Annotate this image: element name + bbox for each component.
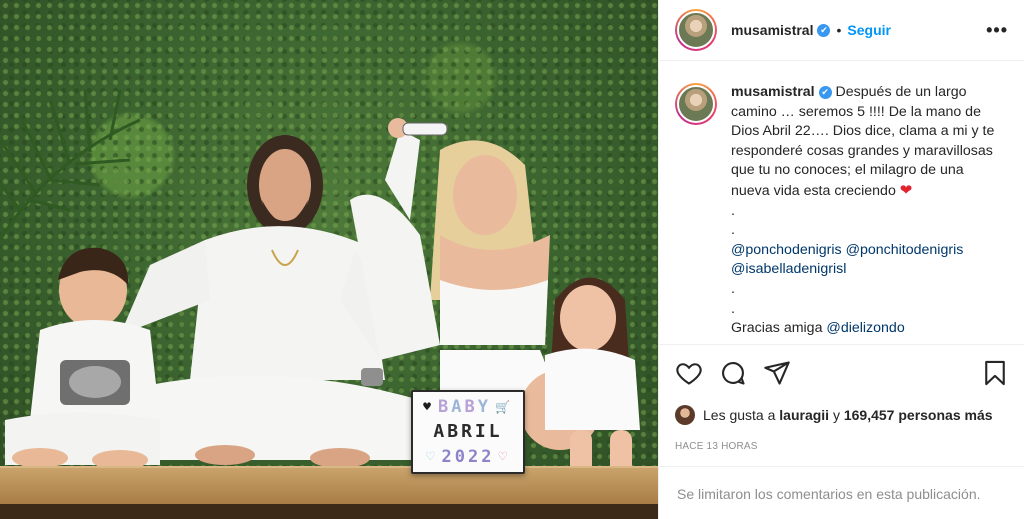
mention-link[interactable]: @dielizondo — [826, 320, 904, 336]
post-header: musamistral ✔ • Seguir ••• — [659, 0, 1024, 61]
likes-prefix: Les gusta a — [703, 407, 776, 423]
mentions-line-1: @ponchodenigris @ponchitodenigris — [731, 241, 1001, 261]
avatar-image — [677, 11, 715, 49]
heart-pink-icon: ♡ — [498, 448, 510, 465]
mention-link[interactable]: @ponchodenigris — [731, 242, 842, 258]
instagram-post-modal: ♥ BABY 🛒 ABRIL ♡ 2022 ♡ musamistral ✔ • … — [0, 0, 1024, 519]
caption-username[interactable]: musamistral — [731, 84, 815, 100]
bench-shadow — [0, 504, 658, 519]
caption-body: Después de un largo camino … seremos 5 !… — [731, 84, 995, 199]
caption-section: musamistral ✔ Después de un largo camino … — [659, 61, 1024, 344]
likes-summary: Les gusta a lauragii y 169,457 personas … — [675, 405, 993, 425]
verified-badge-icon: ✔ — [818, 86, 832, 100]
caption-dot: . — [731, 202, 735, 219]
lightbox-row-baby: ♥ BABY 🛒 — [423, 395, 513, 419]
action-bar — [659, 344, 1024, 408]
thanks-line: Gracias amiga @dielizondo — [731, 319, 1001, 339]
post-photo[interactable]: ♥ BABY 🛒 ABRIL ♡ 2022 ♡ — [0, 0, 658, 519]
author-avatar[interactable] — [675, 9, 717, 51]
more-options-icon[interactable]: ••• — [986, 20, 1008, 41]
red-heart-icon: ❤ — [899, 181, 913, 199]
header-separator: • — [836, 22, 842, 38]
likes-count[interactable]: 169,457 personas más — [844, 407, 993, 423]
lightbox-row-abril: ABRIL — [433, 421, 503, 443]
caption-dot: . — [731, 280, 735, 297]
caption-avatar[interactable] — [675, 83, 717, 125]
lightbox-year: 2022 — [441, 446, 495, 467]
post-timestamp[interactable]: HACE 13 HORAS — [675, 441, 758, 452]
baby-announcement-lightbox: ♥ BABY 🛒 ABRIL ♡ 2022 ♡ — [411, 390, 525, 474]
stroller-icon: 🛒 — [494, 400, 513, 415]
caption-dot: . — [731, 222, 735, 239]
boy-figure — [5, 247, 160, 470]
wooden-bench — [0, 466, 658, 504]
post-side-panel: musamistral ✔ • Seguir ••• musamistral ✔ … — [658, 0, 1024, 519]
mention-link[interactable]: @isabelladenigrisl — [731, 261, 846, 277]
share-paper-plane-icon[interactable] — [763, 359, 791, 387]
mention-link[interactable]: @ponchitodenigris — [846, 242, 964, 258]
caption-dot: . — [731, 300, 735, 317]
lightbox-row-year: ♡ 2022 ♡ — [426, 445, 510, 469]
author-username[interactable]: musamistral — [731, 22, 813, 38]
like-heart-icon[interactable] — [675, 359, 703, 387]
comment-bubble-icon[interactable] — [719, 359, 747, 387]
heart-black-icon: ♥ — [423, 399, 434, 415]
comments-limited-notice: Se limitaron los comentarios en esta pub… — [659, 466, 1024, 519]
follow-button[interactable]: Seguir — [847, 22, 891, 38]
thanks-text: Gracias amiga — [731, 320, 823, 337]
caption-text: musamistral ✔ Después de un largo camino … — [731, 83, 1001, 344]
liker-avatar[interactable] — [675, 405, 695, 425]
save-bookmark-icon[interactable] — [981, 359, 1009, 387]
heart-outline-icon: ♡ — [426, 448, 438, 465]
likes-connector: y — [832, 407, 840, 423]
lightbox-baby-letters: BABY — [437, 397, 491, 418]
verified-badge-icon: ✔ — [817, 23, 831, 37]
family-illustration — [5, 118, 641, 502]
liker-username[interactable]: lauragii — [779, 407, 829, 423]
avatar-image — [677, 85, 715, 123]
